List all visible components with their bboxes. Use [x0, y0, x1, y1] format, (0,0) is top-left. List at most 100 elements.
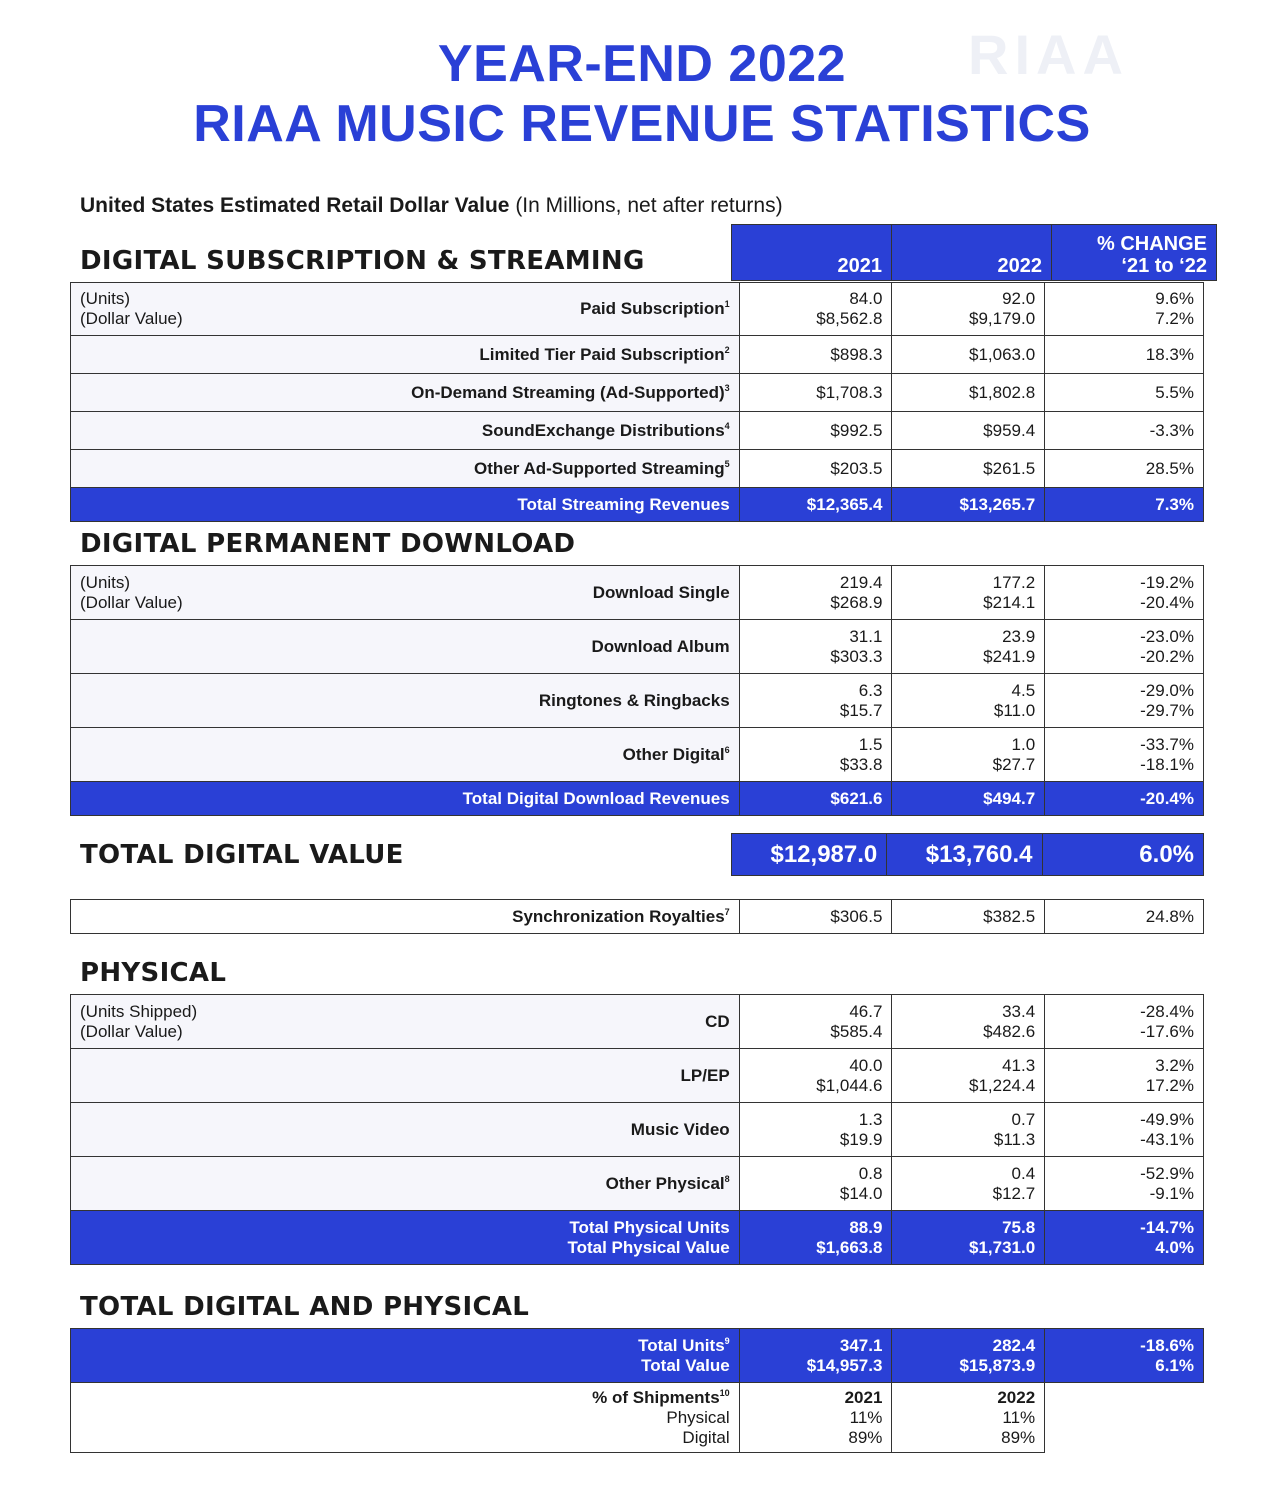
units-2021: 40.0 — [849, 1055, 883, 1075]
value-change: -28.4% -17.6% — [1044, 994, 1204, 1049]
table-row: Ringtones & Ringbacks 6.3 $15.7 4.5 $11.0 … — [70, 673, 1204, 728]
dollar-note: (Dollar Value) — [80, 309, 183, 328]
footnote-marker: 10 — [719, 1387, 730, 1398]
total-digital-2022: $13,760.4 — [886, 833, 1043, 876]
dollars-2021: $15.7 — [839, 700, 883, 720]
row-label-cell: Other Ad-Supported Streaming5 — [70, 449, 740, 488]
dollars-change: 17.2% — [1145, 1075, 1194, 1095]
total-units-label: Total Units — [638, 1335, 725, 1355]
table-row: LP/EP 40.0 $1,044.6 41.3 $1,224.4 3.2% 17.2… — [70, 1048, 1204, 1103]
value-2021: 1.5 $33.8 — [738, 727, 893, 782]
page-title-line1: YEAR-END 2022 — [437, 35, 847, 93]
dollars-2022: $11.0 — [993, 700, 1036, 720]
shipments-label: % of Shipments — [592, 1387, 720, 1407]
value-2021: 6.3 $15.7 — [738, 673, 893, 728]
units-change: -28.4% — [1140, 1001, 1194, 1021]
units-2021: 6.3 — [858, 680, 883, 700]
total-2021: $12,365.4 — [738, 487, 893, 522]
value-change: 28.5% — [1044, 449, 1204, 488]
units-change: -19.2% — [1140, 572, 1194, 592]
value-2022: $1,802.8 — [891, 373, 1046, 412]
table-row: Synchronization Royalties7 $306.5 $382.5… — [70, 899, 1204, 934]
table-row: Download Album 31.1 $303.3 23.9 $241.9 -23… — [70, 619, 1204, 674]
row-label-cell: Other Digital6 — [70, 727, 740, 782]
section-heading-physical: PHYSICAL — [80, 958, 227, 988]
value-change: -29.0% -29.7% — [1044, 673, 1204, 728]
units-change: -52.9% — [1140, 1163, 1194, 1183]
row-label-cell: Ringtones & Ringbacks — [70, 673, 740, 728]
dollars-change: -29.7% — [1140, 700, 1194, 720]
section-heading-total-digital: TOTAL DIGITAL VALUE — [80, 840, 404, 870]
total-row: Total Units9 Total Value 347.1 $14,957.3 2… — [70, 1328, 1204, 1383]
value-2021: $898.3 — [738, 335, 893, 374]
value-2022: 4.5 $11.0 — [891, 673, 1046, 728]
value-2021: $203.5 — [738, 449, 893, 488]
table-row: On-Demand Streaming (Ad-Supported)3 $1,7… — [70, 373, 1204, 412]
row-label-cell: (Units) (Dollar Value) Paid Subscription1 — [70, 282, 740, 336]
header-change-line1: % CHANGE — [1096, 233, 1207, 255]
row-label: Other Digital — [622, 744, 725, 764]
dollars-change: -17.6% — [1140, 1021, 1194, 1041]
table-row: (Units) (Dollar Value) Download Single 21… — [70, 565, 1204, 620]
footnote-marker: 2 — [724, 344, 730, 355]
units-change: -23.0% — [1140, 626, 1194, 646]
dollar-note: (Dollar Value) — [80, 1021, 183, 1041]
download-table: (Units) (Dollar Value) Download Single 21… — [70, 565, 1204, 816]
units-change: -18.6% — [1140, 1335, 1194, 1355]
shipments-year-2021: 2021 — [844, 1387, 883, 1407]
dollars-change: -20.2% — [1140, 646, 1194, 666]
value-change: 5.5% — [1044, 373, 1204, 412]
shipments-row: % of Shipments10 Physical Digital 2021 11% 8… — [70, 1382, 1204, 1453]
total-2022: 75.8 $1,731.0 — [891, 1210, 1046, 1265]
dollars-2021: $14,957.3 — [806, 1355, 883, 1375]
value-2022: $261.5 — [891, 449, 1046, 488]
units-2022: 23.9 — [1002, 626, 1036, 646]
row-label: Paid Subscription — [580, 299, 725, 318]
dollars-2022: $15,873.9 — [959, 1355, 1036, 1375]
header-change-line2: ‘21 to ‘22 — [1121, 255, 1207, 277]
row-label: Synchronization Royalties — [512, 906, 725, 926]
table-row: (Units Shipped) (Dollar Value) CD 46.7 $58… — [70, 994, 1204, 1049]
dollars-change: -9.1% — [1149, 1183, 1194, 1203]
shipments-year-2022: 2022 — [997, 1387, 1036, 1407]
dollar-note: (Dollar Value) — [80, 592, 183, 612]
shipments-2022: 2022 11% 89% — [891, 1382, 1046, 1453]
row-label: SoundExchange Distributions — [481, 420, 725, 440]
row-label: Other Physical — [605, 1173, 725, 1193]
units-change: 3.2% — [1155, 1055, 1194, 1075]
header-2022: 2022 — [891, 224, 1052, 281]
value-2021: 40.0 $1,044.6 — [738, 1048, 893, 1103]
total-2022: $13,265.7 — [891, 487, 1046, 522]
dollars-2022: $482.6 — [983, 1021, 1036, 1041]
total-digital-change: 6.0% — [1041, 833, 1205, 876]
total-value-label: Total Value — [641, 1355, 730, 1375]
total-change: -20.4% — [1044, 781, 1204, 816]
physical-label: Physical — [666, 1407, 730, 1427]
empty-cell — [1045, 1383, 1204, 1453]
value-change: -33.7% -18.1% — [1044, 727, 1204, 782]
units-2022: 75.8 — [1002, 1217, 1036, 1237]
dollars-2021: $268.9 — [830, 592, 883, 612]
units-2022: 1.0 — [1011, 734, 1036, 754]
total-units-label: Total Physical Units — [569, 1217, 730, 1237]
dollars-2021: $585.4 — [830, 1021, 883, 1041]
dollars-2021: $8,562.8 — [816, 309, 883, 328]
row-label: Limited Tier Paid Subscription — [479, 344, 725, 364]
row-label-cell: On-Demand Streaming (Ad-Supported)3 — [70, 373, 740, 412]
physical-share-2022: 11% — [1002, 1407, 1036, 1427]
value-2021: 46.7 $585.4 — [738, 994, 893, 1049]
dollars-change: -43.1% — [1140, 1129, 1194, 1149]
section-heading-streaming: DIGITAL SUBSCRIPTION & STREAMING — [80, 246, 645, 276]
row-label-cell: Download Album — [70, 619, 740, 674]
units-2021: 1.5 — [858, 734, 883, 754]
dollars-2022: $241.9 — [983, 646, 1036, 666]
row-label-cell: Limited Tier Paid Subscription2 — [70, 335, 740, 374]
sync-table: Synchronization Royalties7 $306.5 $382.5… — [70, 899, 1204, 934]
units-2022: 282.4 — [992, 1335, 1036, 1355]
dollars-2021: $303.3 — [830, 646, 883, 666]
total-row: Total Streaming Revenues $12,365.4 $13,2… — [70, 487, 1204, 522]
footnote-marker: 5 — [724, 458, 730, 469]
section-heading-download: DIGITAL PERMANENT DOWNLOAD — [80, 529, 576, 559]
row-label: Music Video — [630, 1119, 730, 1139]
combined-table: Total Units9 Total Value 347.1 $14,957.3 2… — [70, 1328, 1204, 1453]
